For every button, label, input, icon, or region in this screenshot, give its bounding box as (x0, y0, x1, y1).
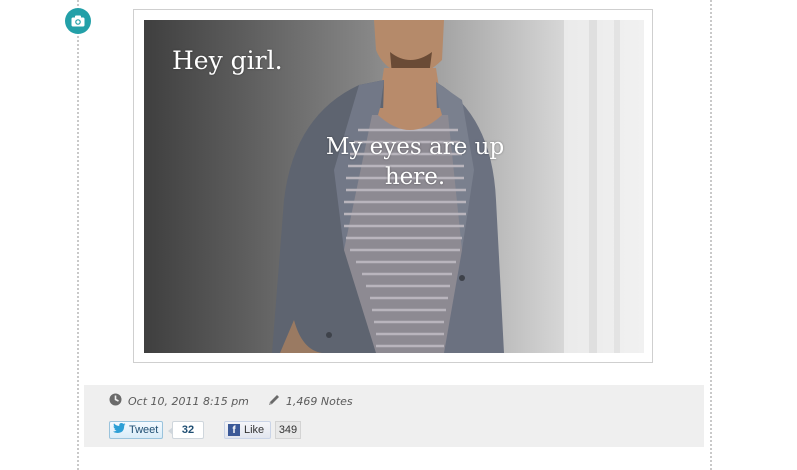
camera-icon (71, 12, 85, 31)
tweet-count[interactable]: 32 (168, 421, 204, 439)
tweet-label: Tweet (129, 424, 159, 436)
timeline-dotted-line-left (77, 0, 79, 470)
post-date-link[interactable]: Oct 10, 2011 8:15 pm (128, 395, 249, 408)
post-photo[interactable]: Hey girl. My eyes are up here. (144, 20, 644, 353)
twitter-bird-icon (113, 423, 126, 437)
post-type-badge (65, 8, 91, 34)
post-meta-bar: Oct 10, 2011 8:15 pm 1,469 Notes Tweet 3… (84, 385, 704, 447)
clock-icon (109, 393, 122, 409)
like-label: Like (244, 424, 265, 436)
like-count: 349 (275, 421, 301, 439)
photo-caption-middle: My eyes are up here. (325, 134, 505, 190)
facebook-like-button[interactable]: f Like (224, 421, 271, 439)
tweet-button[interactable]: Tweet (109, 421, 163, 439)
photo-frame: Hey girl. My eyes are up here. (133, 9, 653, 363)
pencil-icon (267, 393, 281, 410)
photo-caption-top: Hey girl. (172, 46, 283, 75)
facebook-icon: f (228, 424, 240, 436)
timeline-dotted-line-right (710, 0, 712, 470)
post-notes-link[interactable]: 1,469 Notes (286, 395, 353, 408)
post-meta-row: Oct 10, 2011 8:15 pm 1,469 Notes (109, 393, 353, 409)
